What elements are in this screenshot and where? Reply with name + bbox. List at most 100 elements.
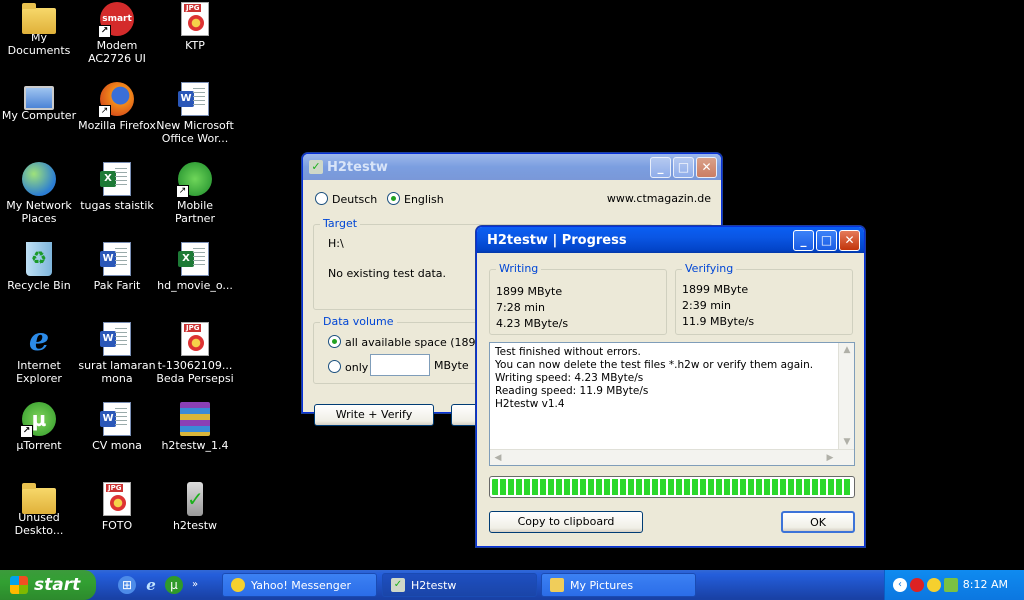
write-verify-button[interactable]: Write + Verify — [314, 404, 434, 426]
icon-label: Internet Explorer — [16, 359, 62, 385]
desktop-icon-foto[interactable]: JPG FOTO — [78, 482, 156, 532]
desktop-icon-new-office-word[interactable]: W New Microsoft Office Wor... — [156, 82, 234, 145]
window-title: H2testw — [327, 159, 388, 175]
copy-to-clipboard-button[interactable]: Copy to clipboard — [489, 511, 643, 533]
group-title: Writing — [496, 262, 542, 275]
log-textarea[interactable]: Test finished without errors. You can no… — [489, 342, 855, 466]
desktop-icon-utorrent[interactable]: µ µTorrent — [0, 402, 78, 452]
scroll-down-icon[interactable]: ▼ — [840, 435, 854, 449]
desktop-icon-h2testw-archive[interactable]: h2testw_1.4 — [156, 402, 234, 452]
close-button[interactable]: ✕ — [839, 229, 860, 251]
target-path: H:\ — [328, 237, 344, 250]
scroll-left-icon[interactable]: ◀ — [491, 451, 505, 465]
folder-icon — [550, 578, 564, 592]
radio-deutsch[interactable]: Deutsch — [315, 192, 377, 206]
desktop-icon-modem-ui[interactable]: smart Modem AC2726 UI — [78, 2, 156, 65]
icon-label: h2testw_1.4 — [161, 439, 229, 452]
word-document-icon: W — [100, 402, 131, 436]
h2testw-icon: ✓ — [391, 578, 405, 592]
close-button[interactable]: ✕ — [696, 156, 717, 178]
desktop-icon-my-computer[interactable]: My Computer — [0, 82, 78, 122]
radio-label: English — [404, 193, 444, 206]
h2testw-progress-window: H2testw | Progress _ □ ✕ Writing 1899 MB… — [476, 226, 865, 547]
title-bar[interactable]: H2testw | Progress _ □ ✕ — [477, 227, 864, 253]
icon-label: My Documents — [7, 31, 71, 57]
start-button[interactable]: start — [0, 570, 96, 600]
writing-speed: 4.23 MByte/s — [496, 317, 569, 330]
window-body: Writing 1899 MByte 7:28 min 4.23 MByte/s… — [477, 253, 864, 546]
task-h2testw[interactable]: ✓ H2testw — [382, 573, 537, 597]
radio-english[interactable]: English — [387, 192, 444, 206]
tray-arrow-icon[interactable]: ‹ — [893, 578, 907, 592]
desktop-icon-h2testw[interactable]: ✓ h2testw — [156, 482, 234, 532]
log-line: Writing speed: 4.23 MByte/s — [495, 372, 644, 384]
task-my-pictures[interactable]: My Pictures — [541, 573, 696, 597]
desktop-icon-ktp[interactable]: JPG KTP — [156, 2, 234, 52]
utorrent-icon: µ — [20, 402, 56, 438]
quick-launch-utorrent-icon[interactable]: µ — [165, 576, 183, 594]
modem-smart-icon: smart — [98, 2, 134, 38]
maximize-button[interactable]: □ — [816, 229, 837, 251]
desktop-icon-surat-lamaran[interactable]: W surat lamaran mona — [78, 322, 156, 385]
maximize-button[interactable]: □ — [673, 156, 694, 178]
desktop-icon-pak-farit[interactable]: W Pak Farit — [78, 242, 156, 292]
radio-selected-icon — [328, 335, 341, 348]
quick-launch-ie-icon[interactable]: e — [142, 576, 160, 594]
icon-label: surat lamaran mona — [78, 359, 156, 385]
minimize-button[interactable]: _ — [793, 229, 814, 251]
desktop-icon-internet-explorer[interactable]: e Internet Explorer — [0, 322, 78, 385]
quick-launch-expand-icon[interactable]: » — [189, 576, 201, 594]
title-bar[interactable]: ✓ H2testw _ □ ✕ — [303, 154, 721, 180]
desktop-icon-my-network-places[interactable]: My Network Places — [0, 162, 78, 225]
icon-label: hd_movie_o... — [157, 279, 233, 292]
recycle-bin-icon: ♻ — [26, 242, 52, 276]
quick-launch-desktop-icon[interactable]: ⊞ — [118, 576, 136, 594]
verifying-speed: 11.9 MByte/s — [682, 315, 755, 328]
horizontal-scrollbar[interactable]: ◀ ▶ — [490, 449, 854, 465]
desktop-icon-mobile-partner[interactable]: Mobile Partner — [156, 162, 234, 225]
windows-logo-icon — [10, 576, 28, 594]
ok-button[interactable]: OK — [781, 511, 855, 533]
desktop-icon-cv-mona[interactable]: W CV mona — [78, 402, 156, 452]
icon-label: My Computer — [1, 109, 77, 122]
radio-only[interactable]: only — [328, 360, 368, 374]
icon-label: Recycle Bin — [7, 279, 71, 292]
desktop-icon-tugas-staistik[interactable]: X tugas staistik — [78, 162, 156, 212]
minimize-button[interactable]: _ — [650, 156, 671, 178]
radio-label: Deutsch — [332, 193, 378, 206]
desktop-icon-mozilla-firefox[interactable]: Mozilla Firefox — [78, 82, 156, 132]
desktop-icon-t-13062109[interactable]: JPG t-13062109... Beda Persepsi — [156, 322, 234, 385]
log-line: Reading speed: 11.9 MByte/s — [495, 385, 649, 397]
only-mbyte-input[interactable] — [370, 354, 430, 376]
scroll-right-icon[interactable]: ▶ — [823, 451, 837, 465]
icon-label: CV mona — [92, 439, 142, 452]
icon-label: FOTO — [101, 519, 133, 532]
firefox-icon — [98, 82, 134, 118]
yahoo-messenger-icon — [231, 578, 245, 592]
verifying-stats: 1899 MByte 2:39 min 11.9 MByte/s — [682, 282, 754, 330]
desktop-icon-hd-movie[interactable]: X hd_movie_o... — [156, 242, 234, 292]
tray-messenger-icon[interactable] — [910, 578, 924, 592]
jpg-image-icon: JPG — [103, 482, 131, 516]
word-document-icon: W — [178, 82, 209, 116]
tray-smiley-icon[interactable] — [927, 578, 941, 592]
desktop-icon-unused-desktop[interactable]: Unused Deskto... — [0, 482, 78, 537]
progress-bar — [489, 476, 855, 498]
tray-pen-icon[interactable] — [944, 578, 958, 592]
log-line: H2testw v1.4 — [495, 398, 565, 410]
task-yahoo-messenger[interactable]: Yahoo! Messenger — [222, 573, 377, 597]
scroll-up-icon[interactable]: ▲ — [840, 343, 854, 357]
icon-label: h2testw — [172, 519, 218, 532]
internet-explorer-icon: e — [28, 320, 50, 358]
jpg-image-icon: JPG — [181, 322, 209, 356]
radio-icon — [328, 360, 341, 373]
icon-label: tugas staistik — [80, 199, 154, 212]
vertical-scrollbar[interactable]: ▲ ▼ — [838, 343, 854, 449]
website-link[interactable]: www.ctmagazin.de — [607, 192, 711, 205]
radio-icon — [315, 192, 328, 205]
taskbar: start ⊞ e µ » Yahoo! Messenger ✓ H2testw… — [0, 570, 1024, 600]
task-label: Yahoo! Messenger — [251, 578, 352, 592]
desktop-icon-my-documents[interactable]: My Documents — [0, 2, 78, 57]
desktop-icon-recycle-bin[interactable]: ♻ Recycle Bin — [0, 242, 78, 292]
clock: 8:12 AM — [962, 578, 1008, 591]
